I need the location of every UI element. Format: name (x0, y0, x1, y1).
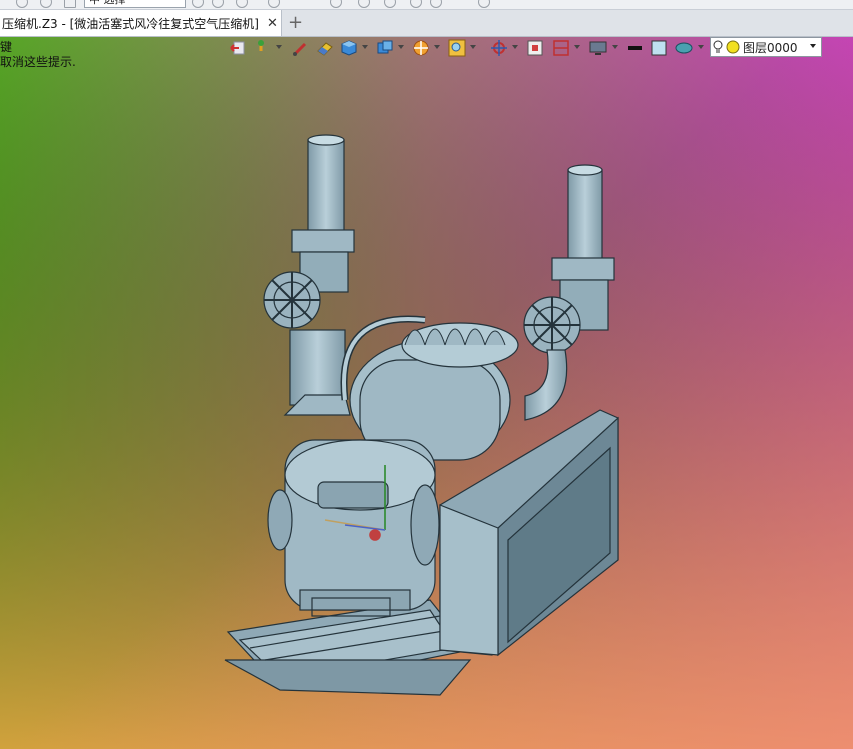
rotate-icon[interactable] (330, 0, 342, 8)
material-icon[interactable] (674, 39, 694, 57)
settings-icon[interactable] (478, 0, 490, 8)
arrow-icon[interactable] (268, 0, 280, 8)
select-icon[interactable] (192, 0, 204, 8)
chevron-down-icon[interactable] (362, 45, 368, 49)
check-icon[interactable] (410, 0, 422, 8)
brush-icon[interactable] (292, 39, 308, 57)
eraser-icon[interactable] (316, 39, 334, 57)
grid-icon[interactable] (526, 39, 544, 57)
split-view-icon[interactable] (552, 39, 570, 57)
viewport-background (0, 0, 853, 749)
new-tab-button[interactable]: + (288, 12, 303, 33)
layer-color-icon (726, 40, 740, 54)
chevron-down-icon[interactable] (612, 45, 618, 49)
view-toolbar: 图层0000 (226, 36, 826, 60)
chevron-down-icon[interactable] (512, 45, 518, 49)
chevron-down-icon[interactable] (698, 45, 704, 49)
target-icon[interactable] (236, 0, 248, 8)
circle-icon[interactable] (358, 0, 370, 8)
bars-icon[interactable] (430, 0, 442, 8)
chevron-down-icon[interactable] (810, 44, 816, 48)
main-toolbar-strip: 中 选择 (0, 0, 853, 10)
layer-select[interactable]: 图层0000 (710, 37, 822, 57)
color-swatch-icon[interactable] (650, 39, 668, 57)
layer-name: 图层0000 (743, 40, 798, 55)
monitor-icon[interactable] (588, 39, 608, 57)
filter-select[interactable]: 中 选择 (84, 0, 186, 8)
zoom-icon[interactable] (448, 39, 466, 57)
hint-line-2: 取消这些提示. (0, 55, 76, 69)
hint-overlay: 键 取消这些提示. (0, 40, 76, 70)
bulb-icon[interactable] (384, 0, 396, 8)
tab-close-button[interactable]: ✕ (267, 16, 278, 31)
view-cube-icon[interactable] (376, 39, 394, 57)
undo-icon[interactable] (16, 0, 28, 8)
chevron-down-icon[interactable] (398, 45, 404, 49)
chevron-down-icon[interactable] (434, 45, 440, 49)
document-tab-bar: 压缩机.Z3 - [微油活塞式风冷往复式空气压缩机] ✕ + (0, 10, 853, 37)
tab-document[interactable]: 压缩机.Z3 - [微油活塞式风冷往复式空气压缩机] ✕ (0, 10, 282, 36)
shaded-cube-icon[interactable] (340, 39, 358, 57)
3d-viewport[interactable]: 中 选择 压缩机.Z3 - [微油活塞式风冷往复式空气压缩机] ✕ + 键 取消… (0, 0, 853, 749)
lightbulb-icon (713, 40, 723, 53)
new-file-icon[interactable] (64, 0, 76, 8)
chevron-down-icon[interactable] (276, 45, 282, 49)
section-icon[interactable] (490, 39, 508, 57)
redo-icon[interactable] (40, 0, 52, 8)
exit-view-icon[interactable] (230, 39, 246, 57)
pointer-icon[interactable] (212, 0, 224, 8)
line-style-icon[interactable] (626, 39, 644, 57)
pin-icon[interactable] (254, 39, 268, 57)
chevron-down-icon[interactable] (470, 45, 476, 49)
display-mode-icon[interactable] (412, 39, 430, 57)
hint-line-1: 键 (0, 40, 13, 54)
chevron-down-icon[interactable] (574, 45, 580, 49)
tab-title: 压缩机.Z3 - [微油活塞式风冷往复式空气压缩机] (2, 16, 259, 31)
